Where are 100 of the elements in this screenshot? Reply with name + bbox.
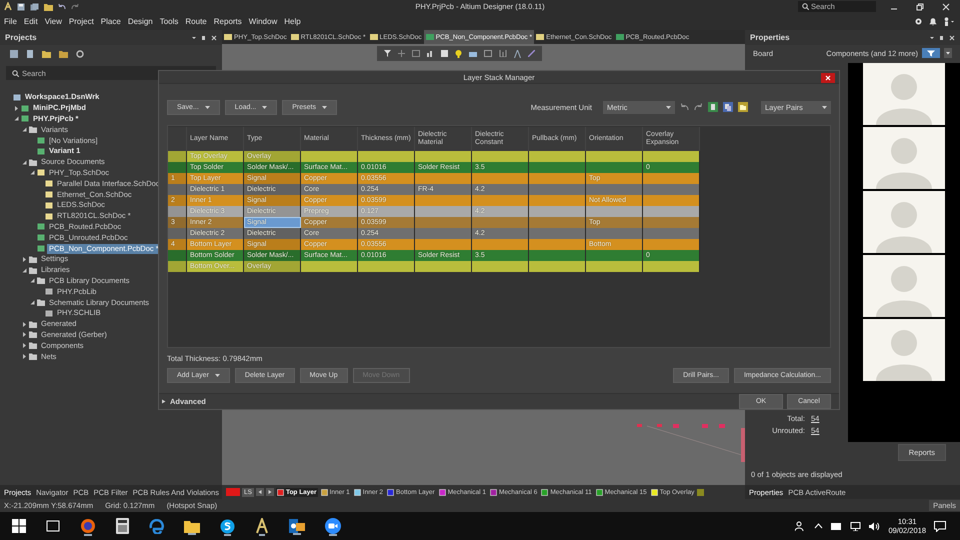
folder-icon[interactable] (184, 520, 200, 532)
browser-icon[interactable] (80, 518, 96, 534)
rectangle-icon[interactable] (484, 50, 492, 57)
windows-start-icon[interactable] (12, 519, 26, 533)
filter-icon[interactable] (384, 50, 391, 57)
expand-arrow-icon[interactable] (30, 170, 35, 176)
panel-controls-icon[interactable] (191, 34, 217, 40)
text-tool-icon[interactable] (514, 50, 521, 58)
caret-icon (322, 106, 327, 108)
avatar-icon (863, 255, 945, 317)
filter-button[interactable] (922, 48, 940, 58)
avatar-icon (863, 319, 945, 381)
expand-arrow-icon[interactable] (14, 106, 19, 111)
export-icon[interactable] (708, 102, 718, 112)
avatar-icon (863, 127, 945, 189)
redo-icon[interactable] (694, 103, 703, 111)
expand-arrow-icon[interactable] (22, 160, 27, 165)
restore-icon[interactable] (916, 2, 924, 10)
search-icon (802, 3, 809, 10)
menu-item[interactable]: Design (128, 17, 153, 26)
menu-item[interactable]: Route (185, 17, 207, 26)
folder-icon[interactable] (44, 2, 53, 10)
menu-item[interactable]: Window (248, 17, 278, 26)
volume-icon[interactable] (869, 522, 880, 530)
calculator-icon[interactable] (116, 518, 129, 534)
layer-color-icon[interactable] (697, 488, 704, 496)
battery-icon[interactable] (831, 522, 842, 530)
panel-controls-icon[interactable] (929, 34, 955, 40)
undo-icon[interactable] (58, 3, 66, 10)
menu-item[interactable]: File (4, 17, 17, 26)
expand-arrow-icon[interactable] (22, 332, 27, 338)
menu-item[interactable]: Help (284, 17, 301, 26)
expand-arrow-icon[interactable] (22, 268, 27, 273)
task-view-icon[interactable] (46, 520, 60, 532)
folder-icon (29, 158, 37, 166)
close-icon[interactable] (942, 2, 950, 10)
menu-item[interactable]: Reports (214, 17, 242, 26)
caret-icon (666, 106, 671, 108)
table-cell (168, 206, 186, 217)
close-button[interactable] (821, 73, 835, 83)
document-icon (370, 34, 378, 40)
caret-icon (204, 106, 210, 108)
line-tool-icon[interactable] (528, 50, 535, 57)
caret-icon (262, 106, 268, 108)
redo-icon[interactable] (71, 3, 79, 10)
menu-item[interactable]: Project (68, 17, 94, 26)
chevron-up-icon[interactable] (814, 523, 824, 529)
video-call-icon[interactable] (325, 518, 341, 534)
avatar-icon (863, 63, 945, 125)
network-icon[interactable] (850, 522, 862, 530)
document-icon (290, 34, 299, 40)
menu-item[interactable]: Edit (24, 17, 38, 26)
bell-icon[interactable] (929, 17, 937, 26)
bulb-icon[interactable] (455, 50, 462, 58)
expand-arrow-icon[interactable] (22, 343, 27, 348)
expand-arrow-icon[interactable] (30, 300, 35, 306)
document-icon (45, 310, 53, 317)
browser-icon[interactable] (149, 518, 164, 534)
rectangle-icon[interactable] (412, 50, 420, 57)
save-all-icon[interactable] (30, 2, 39, 10)
chat-app-icon[interactable] (220, 518, 235, 534)
layers-icon[interactable] (469, 50, 477, 57)
settings-icon[interactable] (914, 17, 923, 26)
notification-icon[interactable] (934, 520, 946, 532)
document-icon (616, 34, 624, 40)
chart-icon[interactable] (427, 50, 434, 57)
document-icon (45, 288, 53, 296)
expand-arrow-icon[interactable] (22, 354, 27, 360)
app-logo-icon[interactable] (4, 2, 12, 11)
people-icon[interactable] (795, 521, 806, 531)
menu-item[interactable]: Place (100, 17, 121, 26)
mail-app-icon[interactable] (289, 519, 305, 533)
table-cell (168, 184, 186, 195)
table-cell (168, 162, 186, 173)
scroll-right-icon[interactable] (266, 488, 274, 496)
plus-icon[interactable] (398, 50, 405, 57)
panel-title: Projects (5, 33, 37, 42)
expand-arrow-icon[interactable] (22, 127, 27, 132)
expand-arrow-icon[interactable] (22, 256, 27, 262)
undo-icon[interactable] (680, 103, 689, 111)
document-icon (426, 34, 434, 40)
layer-color-icon[interactable] (226, 488, 240, 496)
user-icon[interactable] (943, 17, 954, 26)
expand-arrow-icon[interactable] (14, 116, 19, 122)
menu-item[interactable]: Tools (160, 17, 178, 26)
expand-arrow-icon[interactable] (162, 399, 166, 404)
scroll-left-icon[interactable] (256, 488, 264, 496)
folder-icon (29, 126, 37, 134)
app-logo-icon[interactable] (255, 518, 269, 534)
bars-icon[interactable] (499, 50, 507, 57)
menu-item[interactable]: View (44, 17, 62, 26)
save-icon[interactable] (17, 2, 25, 10)
document-icon[interactable] (26, 50, 34, 58)
document-icon (224, 34, 232, 40)
expand-arrow-icon[interactable] (30, 278, 35, 284)
dropdown-icon[interactable] (944, 48, 952, 58)
search-icon (12, 70, 19, 76)
copy-icon[interactable] (723, 102, 733, 112)
table-cell (168, 228, 186, 239)
expand-arrow-icon[interactable] (22, 322, 27, 327)
